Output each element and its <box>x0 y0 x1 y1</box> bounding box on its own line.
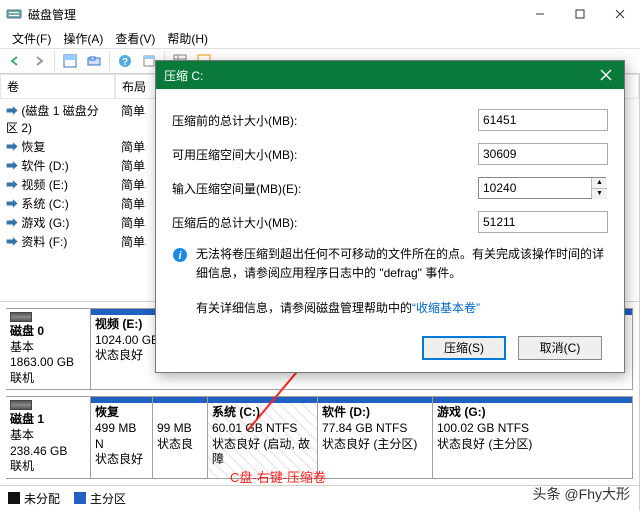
label-size-after: 压缩后的总计大小(MB): <box>172 214 478 231</box>
annotation-text: C盘-右键-压缩卷 <box>230 467 326 486</box>
legend-swatch-unallocated <box>8 492 20 504</box>
titlebar: 磁盘管理 <box>0 0 640 28</box>
legend-swatch-primary <box>74 492 86 504</box>
spin-down-icon: ▼ <box>592 189 607 199</box>
info-text-2: 有关详细信息，请参阅磁盘管理帮助中的“收缩基本卷” <box>172 293 608 326</box>
menu-action[interactable]: 操作(A) <box>57 30 109 47</box>
label-available: 可用压缩空间大小(MB): <box>172 146 478 163</box>
spinner[interactable]: ▲▼ <box>591 178 607 198</box>
close-button[interactable] <box>600 0 640 28</box>
info-icon: i <box>172 247 188 263</box>
maximize-button[interactable] <box>560 0 600 28</box>
dialog-title: 压缩 C: <box>164 67 588 84</box>
info-text-1: 无法将卷压缩到超出任何不可移动的文件所在的点。有关完成该操作时间的详细信息，请参… <box>196 245 608 283</box>
label-shrink-amount: 输入压缩空间量(MB)(E): <box>172 180 478 197</box>
dialog-close-button[interactable] <box>588 61 624 89</box>
watermark: 头条 @Fhy大形 <box>533 484 630 504</box>
shrink-amount-input[interactable] <box>478 177 606 199</box>
disk-icon <box>10 400 32 410</box>
label-size-before: 压缩前的总计大小(MB): <box>172 112 478 129</box>
spin-up-icon: ▲ <box>592 178 607 189</box>
help-link[interactable]: “收缩基本卷” <box>412 301 480 315</box>
cancel-button[interactable]: 取消(C) <box>518 336 602 360</box>
partition-c: 系统 (C:)60.01 GB NTFS状态良好 (启动, 故障 <box>208 397 318 477</box>
tool-back[interactable] <box>4 50 26 72</box>
tool-view-top[interactable] <box>59 50 81 72</box>
disk-icon <box>10 312 32 322</box>
value-available: 30609 <box>478 143 608 165</box>
app-icon <box>6 6 22 22</box>
value-size-before: 61451 <box>478 109 608 131</box>
shrink-button[interactable]: 压缩(S) <box>422 336 506 360</box>
svg-text:?: ? <box>122 57 128 68</box>
value-size-after: 51211 <box>478 211 608 233</box>
dialog-titlebar[interactable]: 压缩 C: <box>156 61 624 89</box>
menubar: 文件(F) 操作(A) 查看(V) 帮助(H) <box>0 28 640 48</box>
menu-help[interactable]: 帮助(H) <box>161 30 214 47</box>
tool-refresh[interactable] <box>83 50 105 72</box>
menu-file[interactable]: 文件(F) <box>6 30 57 47</box>
window-title: 磁盘管理 <box>28 6 520 23</box>
tool-forward[interactable] <box>28 50 50 72</box>
tool-help[interactable]: ? <box>114 50 136 72</box>
col-header-volume[interactable]: 卷 <box>0 74 115 99</box>
shrink-dialog: 压缩 C: 压缩前的总计大小(MB): 61451 可用压缩空间大小(MB): … <box>155 60 625 373</box>
menu-view[interactable]: 查看(V) <box>109 30 161 47</box>
minimize-button[interactable] <box>520 0 560 28</box>
